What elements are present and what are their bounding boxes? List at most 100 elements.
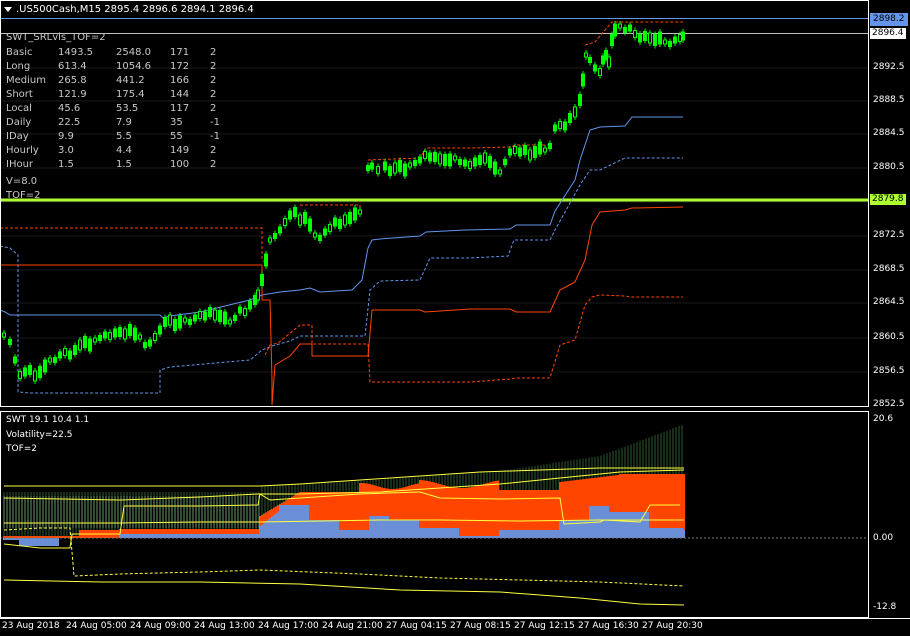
- candle-body: [333, 217, 337, 227]
- candle-body: [218, 310, 222, 322]
- sub-axis-label-bottom: -12.8: [873, 602, 897, 612]
- candle-body: [638, 33, 642, 43]
- symbol-header[interactable]: .US500Cash,M15 2895.4 2896.6 2894.1 2896…: [4, 4, 254, 16]
- candle-body: [128, 324, 132, 336]
- candle-body: [473, 157, 477, 167]
- indicator-row: IHour 1.5 1.5 100 2: [6, 158, 230, 172]
- candle-body: [366, 165, 370, 171]
- candle-body: [593, 64, 597, 72]
- price-tag-blue: 2898.2: [870, 13, 908, 26]
- candle-body: [198, 311, 202, 319]
- indicator-row: Long 613.4 1054.6 172 2: [6, 60, 230, 74]
- candle-body: [623, 27, 627, 33]
- candle-body: [548, 143, 552, 149]
- sub-title: SWT 19.1 10.4 1.1: [6, 415, 90, 425]
- candle-body: [288, 210, 292, 220]
- indicator-cell: 55: [170, 131, 183, 142]
- candle-body: [343, 214, 347, 226]
- indicator-cell: 149: [170, 145, 190, 156]
- indicator-cell: IDay: [6, 131, 29, 142]
- candle-body: [73, 345, 77, 355]
- candle-body: [208, 307, 212, 317]
- indicator-row: Short 121.9 175.4 144 2: [6, 88, 230, 102]
- candle-body: [268, 237, 272, 243]
- candle-body: [308, 218, 312, 232]
- candle-body: [78, 339, 82, 351]
- candle-body: [508, 148, 512, 156]
- indicator-cell: Basic: [6, 47, 33, 58]
- candle-body: [98, 335, 102, 341]
- indicator-cell: 53.5: [116, 103, 139, 114]
- candle-body: [143, 342, 147, 348]
- price-axis-label: 2856.5: [873, 366, 905, 376]
- price-axis-label: 2852.5: [873, 399, 905, 409]
- candle-body: [518, 147, 522, 157]
- candle-body: [33, 370, 37, 382]
- indicator-cell: 1.5: [116, 159, 132, 170]
- candle-body: [13, 356, 17, 364]
- candle-body: [260, 274, 264, 286]
- indicator-cell: 1493.5: [58, 47, 93, 58]
- candle-body: [103, 331, 107, 339]
- candle-body: [663, 39, 667, 45]
- candle-body: [573, 106, 577, 118]
- candle-body: [293, 207, 297, 217]
- candle-body: [153, 333, 157, 341]
- indicator-cell: 2: [210, 159, 217, 170]
- candle-body: [463, 159, 467, 167]
- candle-body: [358, 209, 362, 215]
- candle-body: [393, 162, 397, 174]
- candle-body: [563, 121, 567, 131]
- sub-axis-label-zero: 0.00: [873, 533, 894, 543]
- time-axis-label: 27 Aug 12:15: [514, 621, 575, 631]
- candle-body: [523, 145, 527, 155]
- indicator-cell: 172: [170, 61, 190, 72]
- candle-body: [173, 319, 177, 331]
- candle-body: [228, 319, 232, 325]
- candle-body: [113, 328, 117, 338]
- candle-body: [88, 338, 92, 352]
- candle-body: [538, 141, 542, 155]
- resistance-dashed-upper: [367, 144, 550, 161]
- candle-body: [43, 359, 47, 373]
- candle-body: [168, 314, 172, 326]
- indicator-cell: 4.4: [116, 145, 132, 156]
- candle-body: [533, 146, 537, 158]
- candle-body: [418, 156, 422, 164]
- oscillator-subwindow[interactable]: [0, 424, 868, 606]
- indicator-cell: 441.2: [116, 75, 145, 86]
- time-axis-label: 24 Aug 17:00: [258, 621, 319, 631]
- candle-body: [68, 350, 72, 360]
- candle-body: [278, 226, 282, 234]
- candle-body: [256, 289, 260, 301]
- candle-body: [376, 166, 380, 174]
- candle-body: [303, 212, 307, 224]
- indicator-cell: Hourly: [6, 145, 39, 156]
- candle-body: [63, 348, 67, 356]
- indicator-cell: Daily: [6, 117, 32, 128]
- candle-body: [443, 154, 447, 166]
- indicator-cell: 171: [170, 47, 190, 58]
- price-tag-green: 2879.8: [870, 194, 906, 205]
- indicator-cell: 9.9: [58, 131, 74, 142]
- candle-body: [183, 317, 187, 323]
- indicator-row: Basic 1493.5 2548.0 171 2: [6, 46, 230, 60]
- candle-body: [433, 152, 437, 162]
- indicator-cell: 613.4: [58, 61, 87, 72]
- indicator-title: SWT_SRLvls_TOF=2: [6, 32, 106, 43]
- time-axis-label: 24 Aug 05:00: [66, 621, 127, 631]
- price-axis-label: 2872.5: [873, 230, 905, 240]
- candle-body: [318, 235, 322, 241]
- candle-body: [628, 24, 632, 32]
- candle-body: [498, 169, 502, 175]
- candle-body: [448, 153, 452, 167]
- candle-body: [503, 159, 507, 165]
- candle-body: [478, 155, 482, 165]
- triangle-down-icon[interactable]: [4, 6, 12, 12]
- indicator-cell: 2: [210, 103, 217, 114]
- indicator-cell: 3.0: [58, 145, 74, 156]
- indicator-row: IDay 9.9 5.5 55 -1: [6, 130, 230, 144]
- indicator-cell: 1.5: [58, 159, 74, 170]
- candle-body: [283, 218, 287, 226]
- time-axis-label: 24 Aug 13:00: [194, 621, 255, 631]
